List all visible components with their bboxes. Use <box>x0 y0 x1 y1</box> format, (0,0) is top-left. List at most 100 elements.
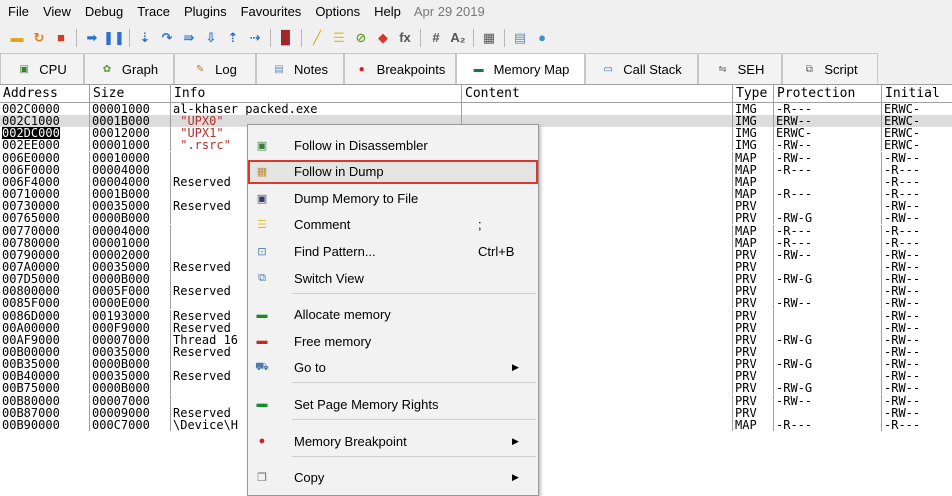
cell-address: 00800000 <box>0 285 89 297</box>
notes-button[interactable]: ▤ <box>512 30 528 46</box>
font-button[interactable]: A₂ <box>450 30 466 46</box>
label-button[interactable]: ⊘ <box>353 30 369 46</box>
cell-text: -RW-- <box>884 406 921 419</box>
cell-text: PRV <box>735 309 757 322</box>
cell-size: 0000B000 <box>89 212 170 225</box>
pause-button[interactable]: ❚❚ <box>103 30 125 46</box>
run-to-user-code-button[interactable]: ⇢ <box>247 30 263 46</box>
tab-notes[interactable]: ▤ Notes <box>256 53 344 84</box>
context-menu: ▣ Follow in Disassembler ▦ Follow in Dump ▣ D… <box>247 124 539 496</box>
menu-item-set-page-memory-rights[interactable]: ▬ Set Page Memory Rights <box>248 392 538 416</box>
globe-button[interactable]: ● <box>534 30 550 46</box>
cell-text: 0005F000 <box>92 285 150 298</box>
cell-text: ERWC- <box>884 103 921 115</box>
cell-type: PRV <box>732 406 773 419</box>
cell-text: 00B40000 <box>2 370 60 383</box>
cell-text: 007D5000 <box>2 273 60 286</box>
cell-size: 00035000 <box>89 260 170 273</box>
patches-button[interactable]: ╱ <box>309 30 325 46</box>
menu-trace[interactable]: Trace <box>130 0 177 24</box>
column-header-type[interactable]: Type <box>732 85 773 102</box>
menu-item-go-to[interactable]: ⛟ Go to ▶ <box>248 356 538 380</box>
cell-size: 000C7000 <box>89 418 170 431</box>
tab-label: Breakpoints <box>376 61 446 77</box>
step-into-button[interactable]: ⇣ <box>137 30 153 46</box>
column-header-address[interactable]: Address <box>0 85 89 102</box>
cell-size: 0000B000 <box>89 358 170 371</box>
run-button[interactable]: ➡ <box>84 30 100 46</box>
menu-item-follow-in-disassembler[interactable]: ▣ Follow in Disassembler <box>248 133 538 157</box>
cell-type: IMG <box>732 103 773 115</box>
cell-protection: -RW-- <box>773 151 881 164</box>
menu-options[interactable]: Options <box>308 0 367 24</box>
menu-debug[interactable]: Debug <box>78 0 130 24</box>
trace-into-button[interactable]: ⇛ <box>181 30 197 46</box>
tab-label: Log <box>215 61 237 77</box>
open-button[interactable]: ▬ <box>9 30 25 46</box>
cell-text: PRV <box>735 200 757 213</box>
column-header-initial[interactable]: Initial <box>881 85 952 102</box>
cell-text: -RW-G <box>776 382 813 395</box>
hash-button[interactable]: # <box>428 30 444 46</box>
menu-file[interactable]: File <box>0 0 36 24</box>
menu-item-comment[interactable]: ☰ Comment; <box>248 213 538 237</box>
cell-text: -RW-G <box>776 358 813 371</box>
cell-protection: -R--- <box>773 418 881 431</box>
cell-text: 006E0000 <box>2 151 60 164</box>
menu-view[interactable]: View <box>36 0 78 24</box>
comment-button[interactable]: ☰ <box>331 30 347 46</box>
cell-text: -RW-G <box>776 333 813 346</box>
cell-text: -RW-- <box>884 346 921 358</box>
cell-address: 0085F000 <box>0 297 89 309</box>
cell-address: 006F4000 <box>0 176 89 188</box>
cell-size: 00004000 <box>89 224 170 237</box>
cell-initial: ERWC- <box>881 127 952 140</box>
menu-help[interactable]: Help <box>367 0 408 24</box>
menu-item-allocate-memory[interactable]: ▬ Allocate memory <box>248 303 538 327</box>
menu-plugins[interactable]: Plugins <box>177 0 234 24</box>
menu-item-memory-breakpoint[interactable]: ● Memory Breakpoint ▶ <box>248 429 538 453</box>
menu-favourites[interactable]: Favourites <box>234 0 309 24</box>
cell-initial: -RW-- <box>881 285 952 298</box>
restart-button[interactable]: ↻ <box>31 30 47 46</box>
seh-icon: ⇋ <box>718 63 727 75</box>
tab-script[interactable]: ⧉ Script <box>782 53 878 84</box>
calculator-button[interactable]: ▦ <box>481 30 497 46</box>
menu-item-follow-in-dump[interactable]: ▦ Follow in Dump <box>248 159 538 184</box>
cell-text: -RW-G <box>776 212 813 225</box>
breakpoint-dot-icon: ● <box>358 63 365 75</box>
step-over-button[interactable]: ↷ <box>159 30 175 46</box>
bookmark-button[interactable]: ◆ <box>375 30 391 46</box>
cell-address: 00A00000 <box>0 322 89 334</box>
cell-type: MAP <box>732 224 773 237</box>
cell-size: 0001B000 <box>89 188 170 201</box>
tab-memory-map[interactable]: ▬ Memory Map <box>456 53 585 84</box>
tab-log[interactable]: ✎ Log <box>174 53 256 84</box>
column-header-protection[interactable]: Protection <box>773 85 881 102</box>
column-header-size[interactable]: Size <box>89 85 170 102</box>
cell-text: 002EE000 <box>2 139 60 152</box>
column-header-info[interactable]: Info <box>170 85 461 102</box>
tab-call-stack[interactable]: ▭ Call Stack <box>585 53 698 84</box>
menu-item-switch-view[interactable]: ⧉ Switch View <box>248 266 538 290</box>
menu-item-dump-memory-to-file[interactable]: ▣ Dump Memory to File <box>248 186 538 210</box>
cell-address: 00765000 <box>0 212 89 224</box>
cell-text: -R--- <box>776 188 813 201</box>
tab-breakpoints[interactable]: ● Breakpoints <box>344 53 456 84</box>
menu-item-copy[interactable]: ❐ Copy ▶ <box>248 466 538 490</box>
scylla-button[interactable]: ▉ <box>278 30 294 46</box>
menu-item-find-pattern[interactable]: ⊡ Find Pattern... Ctrl+B <box>248 239 538 263</box>
table-row[interactable]: 002C0000 00001000 al-khaser_packed.exe IMG -… <box>0 103 952 115</box>
stop-button[interactable]: ■ <box>53 30 69 46</box>
cell-text: -RW-- <box>884 297 921 310</box>
menu-item-free-memory[interactable]: ▬ Free memory <box>248 329 538 353</box>
function-button[interactable]: fx <box>397 30 413 46</box>
execute-till-return-button[interactable]: ⇡ <box>225 30 241 46</box>
cell-text: 00B90000 <box>2 418 60 431</box>
tab-graph[interactable]: ✿ Graph <box>84 53 174 84</box>
cell-size: 00193000 <box>89 309 170 322</box>
tab-cpu[interactable]: ▣ CPU <box>0 53 84 84</box>
column-header-content[interactable]: Content <box>461 85 732 102</box>
tab-seh[interactable]: ⇋ SEH <box>698 53 782 84</box>
trace-over-button[interactable]: ⇩ <box>203 30 219 46</box>
